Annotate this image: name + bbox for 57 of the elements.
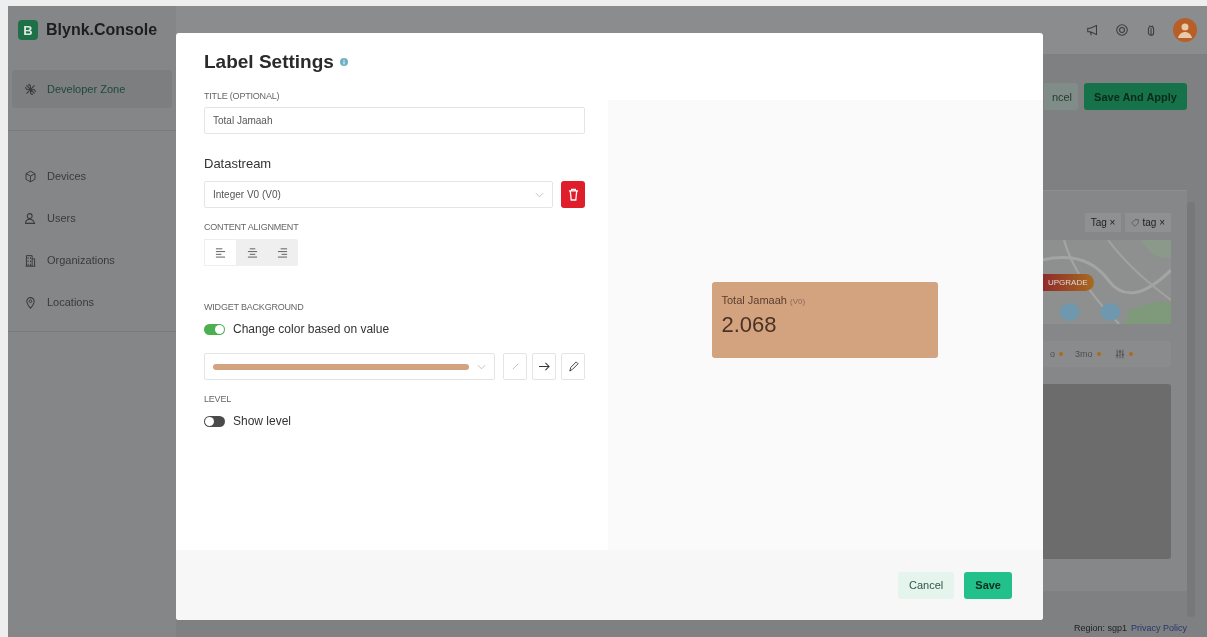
align-icon (214, 247, 226, 258)
tools-icon (24, 82, 37, 96)
widget-value: 2.068 (721, 312, 778, 338)
chevron-icon (477, 363, 486, 370)
status-dot (1128, 352, 1133, 356)
cube-icon (24, 169, 37, 183)
datastream-select[interactable]: Integer V0 (V0) (204, 181, 553, 208)
dialog-title: Label Settings (204, 51, 334, 73)
tag-chip[interactable]: Tag × (1084, 213, 1122, 232)
align-icon (277, 247, 289, 258)
toggle-label: Show level (233, 414, 292, 428)
sidebar-item[interactable]: Devices (8, 157, 176, 195)
lifebuoy-icon[interactable] (1115, 23, 1129, 37)
upgrade-badge[interactable]: UPGRADE (1042, 274, 1094, 291)
app-name: Blynk.Console (46, 21, 158, 39)
toggle-label: Change color based on value (233, 322, 390, 336)
edit-button[interactable] (561, 353, 585, 380)
avatar-icon[interactable] (1173, 18, 1197, 42)
status-dot (1059, 352, 1063, 356)
delete-button[interactable] (561, 181, 585, 208)
section-heading: Datastream (204, 156, 273, 171)
title-input[interactable]: Total Jamaah (204, 107, 585, 134)
dialog-button[interactable]: Cancel (898, 571, 955, 599)
arrow-icon (537, 361, 551, 372)
field-label: LEVEL (204, 394, 233, 404)
tag-icon (1131, 218, 1140, 227)
dialog-button[interactable]: Save (964, 571, 1012, 599)
align-icon (246, 247, 258, 258)
sidebar-item[interactable]: Organizations (8, 241, 176, 279)
logo-icon: B (18, 20, 38, 40)
page-action-button[interactable]: Save And Apply (1084, 83, 1187, 110)
sliders-icon[interactable] (1114, 349, 1125, 359)
color-select[interactable] (204, 353, 495, 380)
field-label: TITLE (OPTIONAL) (204, 91, 281, 101)
building-icon (24, 253, 37, 267)
widget-title: Total Jamaah (V0) (721, 294, 807, 306)
status-dot (1096, 352, 1101, 356)
alignment-button[interactable] (204, 239, 237, 266)
megaphone-icon[interactable] (1086, 23, 1100, 37)
sidebar-item[interactable]: Locations (8, 283, 176, 321)
info-icon[interactable] (339, 58, 348, 66)
page-action-button[interactable]: ncel (1044, 83, 1079, 110)
region-text: Region: sgp1 (1073, 623, 1127, 633)
pencil-icon (567, 360, 579, 373)
user-icon (24, 211, 37, 225)
field-label: CONTENT ALIGNMENT (204, 222, 300, 232)
sidebar-item[interactable]: Users (8, 199, 176, 237)
tag-chip[interactable]: tag × (1125, 213, 1171, 232)
privacy-link[interactable]: Privacy Policy (1131, 623, 1187, 633)
arrow-button[interactable] (532, 353, 556, 380)
toggle-switch[interactable] (204, 415, 225, 427)
field-label: WIDGET BACKGROUND (204, 302, 305, 312)
sidebar-item[interactable]: Developer Zone (12, 70, 172, 108)
pin-icon (24, 295, 37, 309)
trash-icon (567, 188, 579, 201)
toggle-switch[interactable] (204, 323, 225, 335)
chevron-icon (535, 191, 544, 198)
